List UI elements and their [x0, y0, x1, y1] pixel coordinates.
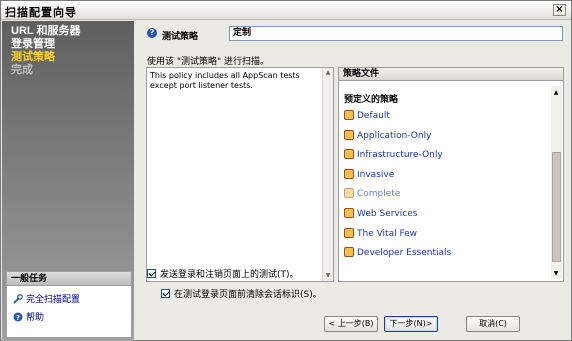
- next-button[interactable]: 下一步(N)>: [384, 316, 438, 332]
- step-finish: 完成: [11, 64, 33, 76]
- policy-file-icon: [344, 149, 354, 160]
- cancel-button[interactable]: 取消(C): [466, 316, 520, 332]
- policy-item-label: The Vital Few: [357, 228, 418, 239]
- help-icon: ?: [13, 312, 23, 322]
- policy-item-label: Complete: [357, 189, 401, 200]
- policy-item-label: Web Services: [357, 208, 418, 219]
- wizard-steps: URL 和服务器 登录管理 测试策略 完成: [11, 25, 80, 77]
- main-content: ? 测试策略 定制 使用该 "测试策略" 进行扫描。 This policy i…: [134, 21, 572, 341]
- policy-description-box: This policy includes all AppScan tests e…: [146, 67, 334, 282]
- policy-name-field[interactable]: 定制: [229, 26, 563, 41]
- policy-file-icon: [344, 227, 354, 238]
- scroll-up-arrow-icon[interactable]: ▲: [551, 88, 561, 98]
- policy-hint-text: 使用该 "测试策略" 进行扫描。: [147, 57, 270, 67]
- close-button[interactable]: ×: [553, 4, 566, 16]
- step-login-management[interactable]: 登录管理: [11, 38, 80, 51]
- policy-item-label: Application-Only: [357, 130, 432, 141]
- description-scrollbar[interactable]: ▲ ▼: [322, 68, 333, 281]
- step-url-server[interactable]: URL 和服务器: [11, 25, 80, 38]
- policy-files-header: 策略文件: [339, 68, 563, 81]
- send-tests-login-logout-checkbox[interactable]: 发送登录和注销页面上的测试(T)。: [147, 269, 299, 281]
- help-link[interactable]: ? 帮助: [13, 312, 44, 324]
- back-button[interactable]: < 上一步(B): [324, 316, 378, 332]
- policy-field-label: 测试策略: [162, 32, 199, 42]
- checkbox-checked[interactable]: [147, 269, 156, 278]
- help-icon[interactable]: ?: [147, 28, 157, 38]
- wizard-window: 扫描配置向导 × URL 和服务器 登录管理 测试策略 完成 一般任务 完全扫描…: [0, 0, 572, 341]
- scroll-up-arrow-icon[interactable]: ▲: [323, 68, 333, 78]
- policy-file-icon: [344, 129, 354, 140]
- scrollbar-thumb[interactable]: [552, 152, 561, 262]
- clear-session-ids-checkbox[interactable]: 在测试登录页面前清除会话标识(S)。: [161, 289, 322, 301]
- step-test-policy[interactable]: 测试策略: [11, 51, 80, 64]
- policy-files-panel: 策略文件 预定义的策略 Default Application-Only Inf…: [338, 67, 564, 282]
- policy-item-invasive[interactable]: Invasive: [344, 168, 451, 189]
- predefined-policies-heading: 预定义的策略: [344, 95, 399, 105]
- policy-item-label: Invasive: [357, 169, 395, 180]
- general-tasks-header: 一般任务: [7, 272, 131, 286]
- wrench-icon: [13, 294, 23, 304]
- policy-item-the-vital-few[interactable]: The Vital Few: [344, 227, 451, 248]
- svg-text:?: ?: [16, 314, 20, 322]
- policy-item-infrastructure-only[interactable]: Infrastructure-Only: [344, 149, 451, 169]
- policy-item-complete[interactable]: Complete: [344, 188, 451, 208]
- scroll-down-arrow-icon[interactable]: ▼: [551, 269, 561, 279]
- policy-file-icon: [344, 168, 354, 179]
- full-scan-config-label: 完全扫描配置: [26, 295, 81, 305]
- send-tests-login-logout-label: 发送登录和注销页面上的测试(T)。: [160, 270, 299, 280]
- policy-file-icon: [344, 207, 354, 218]
- clear-session-ids-label: 在测试登录页面前清除会话标识(S)。: [174, 290, 322, 300]
- policy-list-scrollbar[interactable]: ▲ ▼: [551, 86, 562, 279]
- policy-item-label: Developer Essentials: [357, 248, 452, 259]
- policy-file-icon: [344, 188, 354, 199]
- sidebar: URL 和服务器 登录管理 测试策略 完成 一般任务 完全扫描配置 ? 帮助: [2, 21, 134, 341]
- policy-list: Default Application-Only Infrastructure-…: [344, 110, 451, 267]
- general-tasks-panel: 一般任务 完全扫描配置 ? 帮助: [6, 271, 132, 338]
- full-scan-config-link[interactable]: 完全扫描配置: [13, 294, 80, 306]
- policy-file-icon: [344, 110, 354, 120]
- title-bar: 扫描配置向导 ×: [1, 1, 571, 20]
- checkbox-checked[interactable]: [161, 289, 170, 298]
- policy-description-text: This policy includes all AppScan tests e…: [150, 71, 300, 90]
- policy-item-application-only[interactable]: Application-Only: [344, 129, 451, 150]
- policy-item-default[interactable]: Default: [344, 110, 451, 130]
- policy-item-developer-essentials[interactable]: Developer Essentials: [344, 247, 451, 267]
- window-title: 扫描配置向导: [5, 7, 77, 19]
- policy-item-web-services[interactable]: Web Services: [344, 207, 451, 228]
- policy-file-icon: [344, 247, 354, 258]
- policy-item-label: Infrastructure-Only: [357, 150, 443, 161]
- scroll-down-arrow-icon[interactable]: ▼: [323, 271, 333, 281]
- policy-item-label: Default: [357, 111, 390, 121]
- help-label: 帮助: [26, 313, 45, 323]
